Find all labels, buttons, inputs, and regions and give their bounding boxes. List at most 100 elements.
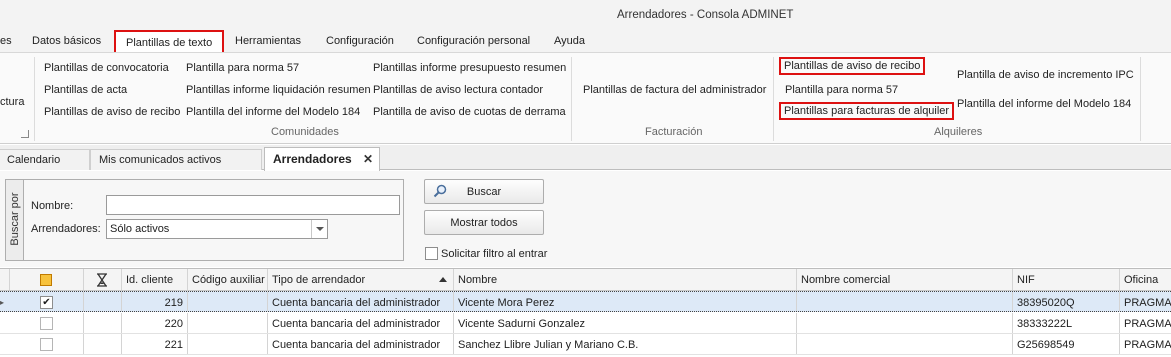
header-nombre[interactable]: Nombre <box>454 269 797 290</box>
row-nombre-comercial <box>797 334 1013 354</box>
ribbon-item-norma-57-comunidades[interactable]: Plantilla para norma 57 <box>186 62 299 74</box>
row-id-cliente: 219 <box>122 292 188 311</box>
row-nombre: Sanchez Llibre Julian y Mariano C.B. <box>454 334 797 354</box>
table-row[interactable]: 221 Cuenta bancaria del administrador Sa… <box>0 334 1171 355</box>
ribbon-separator <box>773 57 774 141</box>
header-oficina[interactable]: Oficina <box>1120 269 1171 290</box>
row-id-cliente: 221 <box>122 334 188 354</box>
ribbon-item-liquidacion-resumen[interactable]: Plantillas informe liquidación resumen <box>186 84 371 96</box>
checkbox-icon[interactable] <box>40 274 52 286</box>
row-checkbox[interactable]: ✔ <box>40 296 53 309</box>
tab-plantillas-de-texto[interactable]: Plantillas de texto <box>114 30 225 53</box>
arrendadores-select-value: Sólo activos <box>110 223 170 235</box>
row-check-cell[interactable]: ✔ <box>10 292 84 311</box>
ribbon-item-facturas-alquiler[interactable]: Plantillas para facturas de alquiler <box>779 102 955 120</box>
grid-header: Id. cliente Código auxiliar Tipo de arre… <box>0 269 1171 291</box>
ribbon-item-cuotas-derrama[interactable]: Plantilla de aviso de cuotas de derrama <box>373 106 566 118</box>
solicitar-filtro-label: Solicitar filtro al entrar <box>441 248 548 260</box>
row-tipo-arrendador: Cuenta bancaria del administrador <box>268 334 454 354</box>
dropdown-arrow-icon[interactable] <box>311 220 327 238</box>
buscar-button-label: Buscar <box>466 186 502 198</box>
dialog-launcher-icon[interactable] <box>21 130 29 138</box>
row-tipo-arrendador: Cuenta bancaria del administrador <box>268 313 454 333</box>
ribbon-item-factura-administrador[interactable]: Plantillas de factura del administrador <box>583 84 766 96</box>
row-oficina: PRAGMA <box>1124 297 1171 309</box>
row-nombre: Vicente Sadurni Gonzalez <box>454 313 797 333</box>
ribbon-separator <box>34 57 35 141</box>
header-id-cliente[interactable]: Id. cliente <box>122 269 188 290</box>
row-status-cell <box>84 292 122 311</box>
ribbon-item-lectura-contador[interactable]: Plantillas de aviso lectura contador <box>373 84 543 96</box>
nombre-label: Nombre: <box>31 200 74 212</box>
row-nif: 38395020Q <box>1013 292 1120 311</box>
row-nombre-comercial <box>797 313 1013 333</box>
row-codigo-auxiliar <box>188 334 268 354</box>
ribbon-item-modelo-184-alquileres[interactable]: Plantilla del informe del Modelo 184 <box>957 98 1131 110</box>
buscar-button[interactable]: Buscar <box>424 179 544 204</box>
tab-arrendadores[interactable]: Arrendadores ✕ <box>264 147 380 171</box>
search-panel: Buscar por Nombre: Arrendadores: Sólo ac… <box>0 171 1171 267</box>
buscar-por-label: Buscar por <box>6 180 24 260</box>
header-tipo-arrendador[interactable]: Tipo de arrendador <box>268 269 454 290</box>
tab-datos-basicos[interactable]: Datos básicos <box>32 35 101 47</box>
nombre-input[interactable] <box>106 195 400 215</box>
table-row[interactable]: ▸ ✔ 219 Cuenta bancaria del administrado… <box>0 291 1171 312</box>
hourglass-icon <box>97 273 107 287</box>
tab-arrendadores-label: Arrendadores <box>273 152 352 166</box>
row-status-cell <box>84 313 122 333</box>
row-nombre-comercial <box>797 292 1013 311</box>
tab-mis-comunicados-activos[interactable]: Mis comunicados activos <box>90 149 262 170</box>
tab-configuracion[interactable]: Configuración <box>326 35 394 47</box>
row-checkbox[interactable] <box>40 317 53 330</box>
solicitar-filtro-checkbox[interactable] <box>425 247 438 260</box>
ribbon-item-partial[interactable]: ctura <box>0 96 24 108</box>
row-check-cell[interactable] <box>10 334 84 354</box>
header-check-column[interactable] <box>10 269 84 290</box>
row-codigo-auxiliar <box>188 313 268 333</box>
row-nombre: Vicente Mora Perez <box>454 292 797 311</box>
tab-herramientas[interactable]: Herramientas <box>235 35 301 47</box>
row-oficina: PRAGMA <box>1124 318 1171 330</box>
group-label-alquileres: Alquileres <box>934 126 983 138</box>
tab-configuracion-personal[interactable]: Configuración personal <box>417 35 530 47</box>
ribbon-separator <box>571 57 572 141</box>
ribbon-item-incremento-ipc[interactable]: Plantilla de aviso de incremento IPC <box>957 69 1134 81</box>
ribbon-item-aviso-recibo-comunidades[interactable]: Plantillas de aviso de recibo <box>44 106 180 118</box>
row-codigo-auxiliar <box>188 292 268 311</box>
header-indicator <box>0 269 10 290</box>
ribbon-tab-strip: es Datos básicos Plantillas de texto Her… <box>0 30 1171 53</box>
ribbon-item-modelo-184-comunidades[interactable]: Plantilla del informe del Modelo 184 <box>186 106 360 118</box>
header-tipo-arrendador-label: Tipo de arrendador <box>272 274 366 286</box>
tab-partial[interactable]: es <box>0 35 12 47</box>
row-nif: 38333222L <box>1013 313 1120 333</box>
tab-ayuda[interactable]: Ayuda <box>554 35 585 47</box>
row-indicator-icon: ▸ <box>0 298 5 307</box>
group-label-facturacion: Facturación <box>645 126 703 138</box>
row-status-cell <box>84 334 122 354</box>
header-status-column[interactable] <box>84 269 122 290</box>
row-checkbox[interactable] <box>40 338 53 351</box>
window-title: Arrendadores - Consola ADMINET <box>617 9 794 21</box>
ribbon-item-presupuesto-resumen[interactable]: Plantillas informe presupuesto resumen <box>373 62 566 74</box>
arrendadores-grid: Id. cliente Código auxiliar Tipo de arre… <box>0 268 1171 357</box>
ribbon-item-aviso-recibo-alquileres[interactable]: Plantillas de aviso de recibo <box>779 57 926 75</box>
table-row[interactable]: 220 Cuenta bancaria del administrador Vi… <box>0 313 1171 334</box>
row-id-cliente: 220 <box>122 313 188 333</box>
title-bar: Arrendadores - Consola ADMINET <box>0 0 1171 30</box>
ribbon-item-convocatoria[interactable]: Plantillas de convocatoria <box>44 62 169 74</box>
header-nif[interactable]: NIF <box>1013 269 1120 290</box>
tab-calendario[interactable]: Calendario <box>0 149 90 170</box>
header-nombre-comercial[interactable]: Nombre comercial <box>797 269 1013 290</box>
row-check-cell[interactable] <box>10 313 84 333</box>
arrendadores-label: Arrendadores: <box>31 223 101 235</box>
ribbon-item-acta[interactable]: Plantillas de acta <box>44 84 127 96</box>
arrendadores-select[interactable]: Sólo activos <box>106 219 328 239</box>
document-tab-strip: Calendario Mis comunicados activos Arren… <box>0 145 1171 171</box>
ribbon-item-norma-57-alquileres[interactable]: Plantilla para norma 57 <box>785 84 898 96</box>
close-icon[interactable]: ✕ <box>363 152 373 166</box>
sort-ascending-icon <box>439 277 447 282</box>
mostrar-todos-button[interactable]: Mostrar todos <box>424 210 544 235</box>
header-codigo-auxiliar[interactable]: Código auxiliar <box>188 269 268 290</box>
row-nif: G25698549 <box>1013 334 1120 354</box>
group-label-comunidades: Comunidades <box>271 126 339 138</box>
